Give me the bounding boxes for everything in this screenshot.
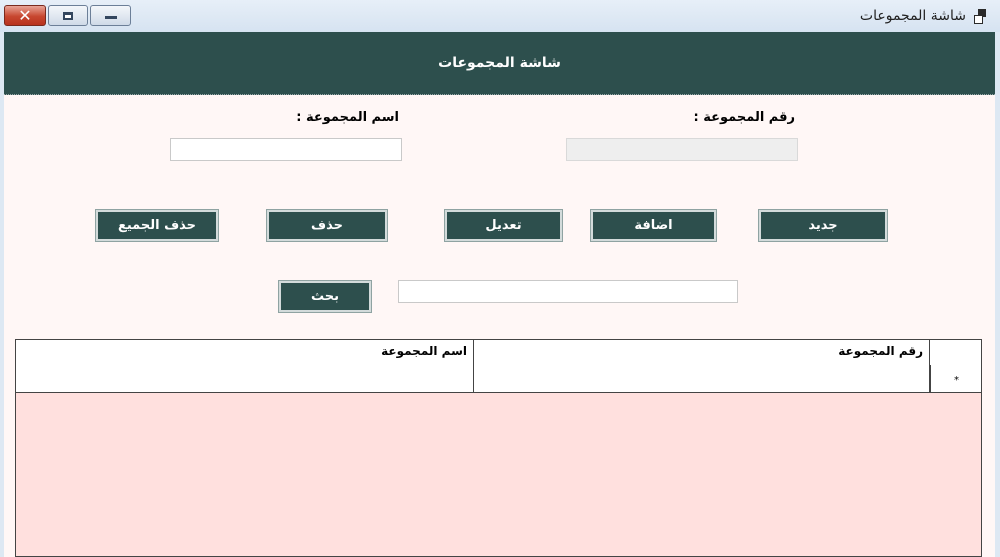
new-row-marker-icon: *: [954, 375, 959, 386]
column-header-group-number[interactable]: رقم المجموعة: [474, 340, 930, 365]
group-name-field[interactable]: [170, 138, 402, 161]
edit-button[interactable]: تعديل: [444, 209, 563, 242]
delete-all-button[interactable]: حذف الجميع: [95, 209, 219, 242]
table-row[interactable]: *: [16, 365, 981, 393]
close-button[interactable]: ✕: [4, 5, 46, 26]
row-selector-header[interactable]: [930, 340, 981, 365]
table-header: اسم المجموعة رقم المجموعة: [16, 340, 981, 366]
form-header: شاشة المجموعات: [4, 32, 995, 95]
group-number-field[interactable]: [566, 138, 798, 161]
window-title: شاشة المجموعات: [859, 8, 966, 24]
window-titlebar[interactable]: ✕ شاشة المجموعات: [0, 0, 1000, 32]
minimize-button[interactable]: [90, 5, 131, 26]
cell-group-number[interactable]: [474, 365, 930, 392]
app-icon: [974, 9, 988, 24]
new-button[interactable]: جديد: [758, 209, 888, 242]
column-header-group-name[interactable]: اسم المجموعة: [16, 340, 474, 365]
search-button[interactable]: بحث: [278, 280, 372, 313]
groups-table[interactable]: اسم المجموعة رقم المجموعة *: [15, 339, 982, 557]
close-icon: ✕: [18, 5, 32, 25]
cell-group-name[interactable]: [16, 365, 474, 392]
minimize-icon: [104, 15, 117, 19]
page-title: شاشة المجموعات: [438, 55, 561, 71]
restore-button[interactable]: [48, 5, 88, 26]
group-number-label: رقم المجموعة :: [693, 110, 796, 125]
add-button[interactable]: اضافة: [590, 209, 717, 242]
delete-button[interactable]: حذف: [266, 209, 388, 242]
group-name-label: اسم المجموعة :: [296, 110, 399, 125]
restore-icon: [63, 11, 73, 20]
search-input[interactable]: [398, 280, 738, 303]
groups-form: شاشة المجموعات رقم المجموعة : اسم المجمو…: [4, 32, 995, 557]
